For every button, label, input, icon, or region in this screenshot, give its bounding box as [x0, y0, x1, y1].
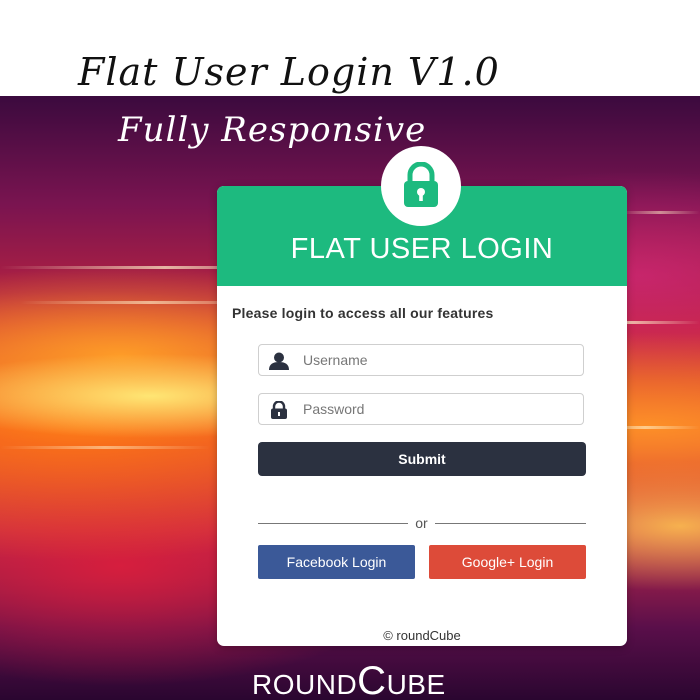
facebook-login-button[interactable]: Facebook Login — [258, 545, 415, 579]
lock-icon — [271, 401, 287, 419]
submit-button[interactable]: Submit — [258, 442, 586, 476]
or-divider: or — [258, 514, 586, 534]
username-input[interactable] — [303, 345, 573, 375]
page-subtitle: Fully Responsive — [118, 110, 427, 150]
copyright-text: © roundCube — [383, 628, 461, 643]
google-login-button[interactable]: Google+ Login — [429, 545, 586, 579]
login-card-title: FLAT USER LOGIN — [290, 233, 554, 265]
lock-badge — [381, 146, 461, 226]
brand-big-letter: C — [357, 659, 387, 700]
login-intro-text: Please login to access all our features — [232, 305, 494, 321]
brand-suffix: UBE — [386, 669, 446, 700]
login-page: Flat User Login V1.0 Fully Responsive FL… — [0, 0, 700, 700]
password-field[interactable] — [258, 393, 584, 425]
brand-logo: ROUNDCUBE — [252, 659, 446, 700]
password-input[interactable] — [303, 394, 573, 424]
light-streak — [0, 446, 210, 449]
page-title: Flat User Login V1.0 — [78, 50, 500, 94]
user-icon — [269, 352, 289, 370]
brand-prefix: ROUND — [252, 669, 358, 700]
divider-line — [435, 523, 586, 524]
divider-line — [258, 523, 408, 524]
light-streak — [620, 211, 700, 214]
or-label: or — [415, 515, 428, 531]
lock-icon — [404, 162, 438, 207]
username-field[interactable] — [258, 344, 584, 376]
login-card: FLAT USER LOGIN Please login to access a… — [217, 146, 627, 646]
